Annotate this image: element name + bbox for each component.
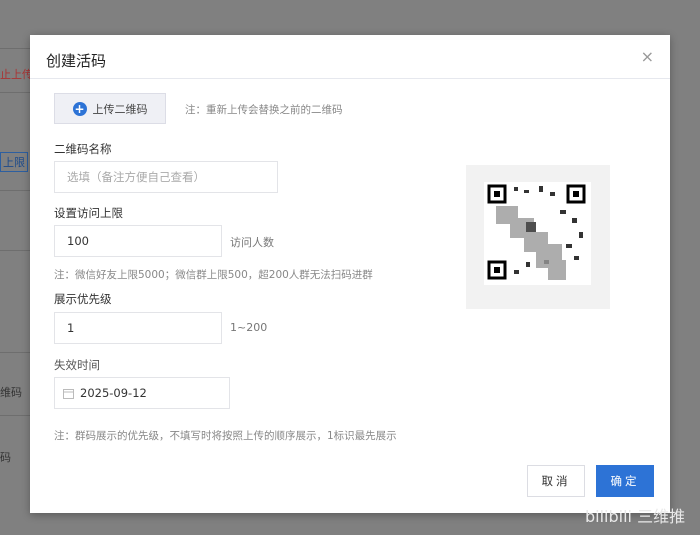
qr-preview	[466, 165, 610, 309]
divider	[0, 92, 30, 93]
priority-suffix: 1~200	[230, 321, 268, 334]
priority-label: 展示优先级	[54, 292, 112, 306]
expiry-label: 失效时间	[54, 358, 100, 372]
divider	[0, 352, 30, 353]
bg-text: 码	[0, 451, 11, 464]
dialog-header: 创建活码 ×	[30, 35, 670, 79]
divider	[0, 190, 30, 191]
expiry-date-picker[interactable]: 2025-09-12	[54, 377, 230, 409]
expiry-value: 2025-09-12	[80, 386, 147, 400]
upload-note: 注：重新上传会替换之前的二维码	[185, 104, 343, 116]
limit-value: 100	[67, 234, 89, 248]
dialog-title: 创建活码	[46, 52, 107, 70]
divider	[0, 250, 30, 251]
upload-label: 上传二维码	[92, 102, 148, 116]
priority-input[interactable]: 1	[54, 312, 222, 344]
qr-code-image	[484, 182, 591, 285]
priority-note: 注：群码展示的优先级，不填写时将按照上传的顺序展示，1标识最先展示	[54, 430, 397, 442]
limit-note: 注：微信好友上限5000；微信群上限500，超200人群无法扫码进群	[54, 269, 373, 281]
bg-text: 止上传	[0, 68, 33, 81]
divider	[0, 415, 30, 416]
qr-name-input[interactable]: 选填（备注方便自己查看）	[54, 161, 278, 193]
priority-value: 1	[67, 321, 75, 335]
watermark: bilibili 三维推	[585, 507, 686, 526]
plus-circle-icon: +	[72, 101, 87, 116]
bg-limit-button: 上限	[0, 152, 28, 172]
cancel-button[interactable]: 取消	[527, 465, 585, 497]
limit-suffix: 访问人数	[230, 236, 274, 249]
bg-text: 维码	[0, 386, 22, 399]
close-icon[interactable]: ×	[641, 47, 654, 66]
visit-limit-input[interactable]: 100	[54, 225, 222, 257]
upload-qr-button[interactable]: + 上传二维码	[54, 93, 166, 124]
limit-label: 设置访问上限	[54, 206, 123, 220]
calendar-icon	[63, 388, 74, 399]
divider	[0, 48, 30, 49]
create-live-code-dialog: 创建活码 × + 上传二维码 注：重新上传会替换之前的二维码 二维码名称 选填（…	[30, 35, 670, 513]
name-label: 二维码名称	[54, 142, 112, 156]
name-placeholder: 选填（备注方便自己查看）	[67, 170, 205, 184]
confirm-button[interactable]: 确定	[596, 465, 654, 497]
